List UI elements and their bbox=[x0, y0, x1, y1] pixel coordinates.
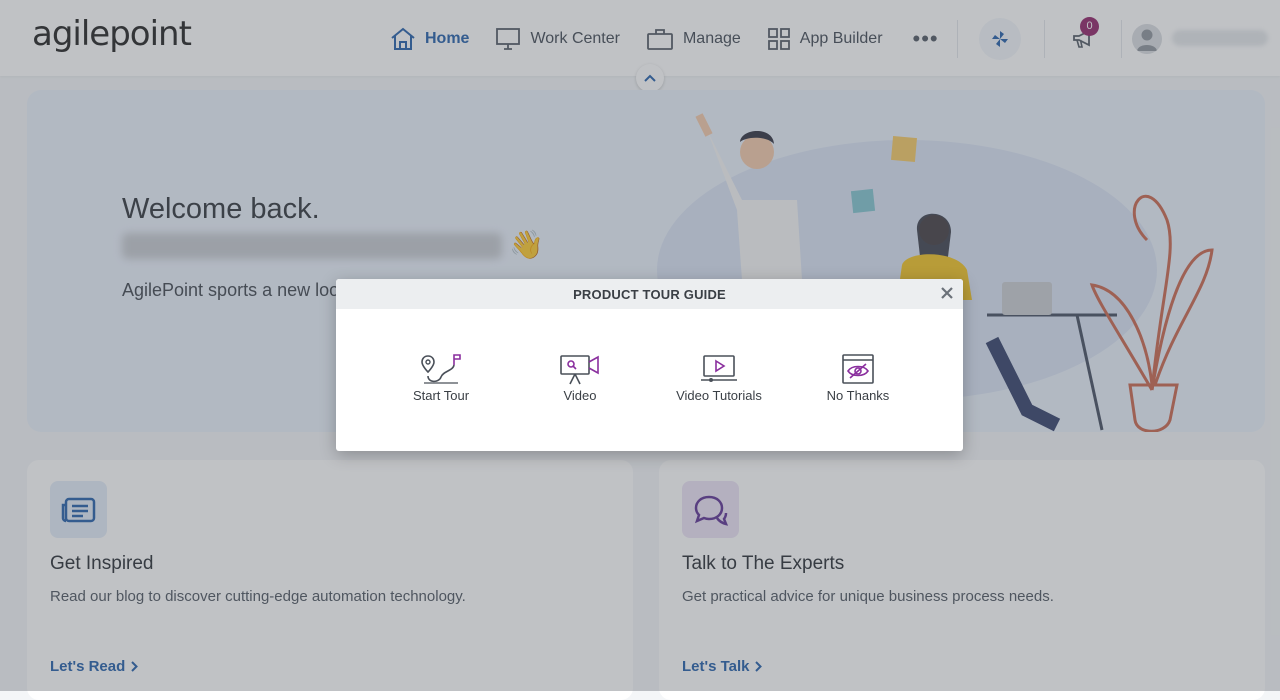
no-thanks-option[interactable]: No Thanks bbox=[798, 353, 918, 403]
video-tutorials-label: Video Tutorials bbox=[676, 388, 762, 403]
route-map-icon bbox=[421, 354, 461, 384]
start-tour-option[interactable]: Start Tour bbox=[381, 353, 501, 403]
tour-options: Start Tour Video Video Tutorials No Than… bbox=[336, 353, 963, 413]
no-thanks-label: No Thanks bbox=[826, 388, 890, 403]
hidden-eye-icon bbox=[842, 354, 874, 384]
dialog-header: PRODUCT TOUR GUIDE bbox=[336, 279, 963, 309]
play-screen-icon bbox=[701, 355, 737, 382]
close-icon bbox=[941, 287, 953, 299]
video-label: Video bbox=[563, 388, 597, 403]
dialog-title: PRODUCT TOUR GUIDE bbox=[573, 286, 726, 302]
video-tutorials-option[interactable]: Video Tutorials bbox=[659, 353, 779, 403]
close-button[interactable] bbox=[939, 285, 955, 301]
video-option[interactable]: Video bbox=[520, 353, 640, 403]
start-tour-label: Start Tour bbox=[412, 388, 470, 403]
video-camera-icon bbox=[560, 355, 599, 385]
product-tour-dialog: PRODUCT TOUR GUIDE Start Tour Video Vide… bbox=[336, 279, 963, 451]
